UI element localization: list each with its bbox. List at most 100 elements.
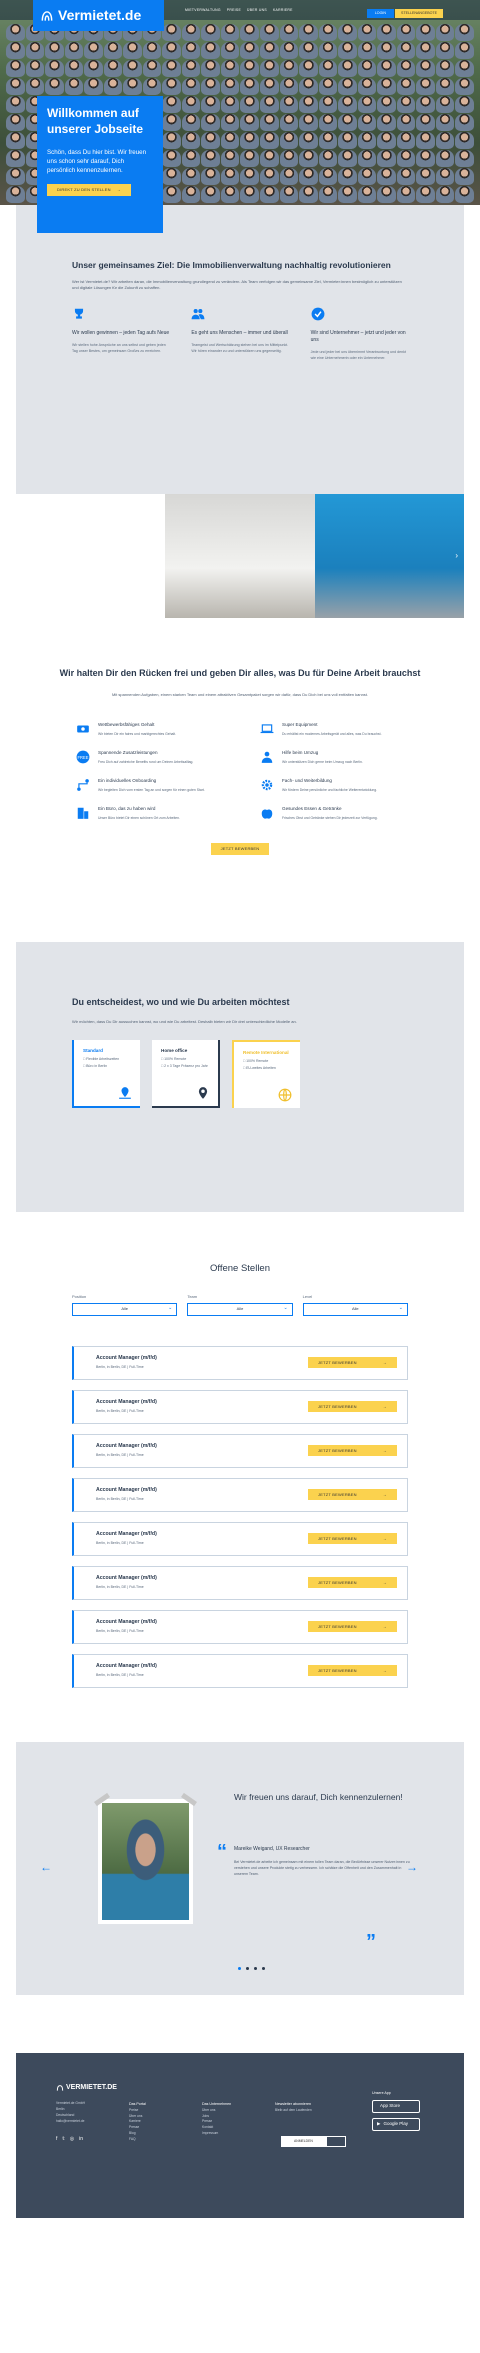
job-apply-button[interactable]: JETZT BEWERBEN →: [308, 1620, 397, 1633]
person-figure: [435, 60, 455, 77]
email-link[interactable]: hallo@vermietet.de: [56, 2119, 111, 2125]
logo[interactable]: Vermietet.de: [33, 0, 164, 31]
benefit-title: Ein Büro, das zu haben wird: [98, 805, 156, 811]
login-button[interactable]: LOGIN: [366, 9, 394, 19]
work-model-card[interactable]: Home office 100% Remote 2 x 3 Tage Präse…: [152, 1040, 220, 1109]
job-apply-label: JETZT BEWERBEN: [318, 1403, 357, 1409]
person-figure: [455, 96, 474, 113]
newsletter-submit[interactable]: [325, 2136, 346, 2147]
quote-open-icon: “: [217, 1841, 227, 1863]
person-figure: [220, 24, 240, 41]
nav-item-mietverwaltung[interactable]: MIETVERWALTUNG: [185, 8, 221, 13]
person-figure: [260, 186, 279, 203]
newsletter-button[interactable]: ANMELDEN: [281, 2136, 326, 2147]
person-figure: [377, 96, 396, 113]
footer-text: Bleib auf dem Laufenden: [275, 2107, 312, 2112]
value-title: Wir sind Unternehmer – jetzt und jeder v…: [310, 330, 406, 344]
value-column: Es geht uns Menschen – immer und überall…: [191, 307, 288, 362]
person-figure: [279, 114, 299, 131]
carousel-dot[interactable]: [246, 1967, 249, 1970]
twitter-icon[interactable]: 𝕥: [62, 2135, 64, 2144]
person-figure: [455, 168, 474, 185]
job-row[interactable]: Account Manager (m/f/d) Berlin, in Berlin…: [72, 1345, 408, 1380]
footer-link[interactable]: FAQ: [129, 2137, 184, 2143]
job-apply-button[interactable]: JETZT BEWERBEN →: [308, 1488, 397, 1501]
job-row[interactable]: Account Manager (m/f/d) Berlin, in Berlin…: [72, 1477, 408, 1512]
person-figure: [318, 42, 338, 59]
job-row[interactable]: Account Manager (m/f/d) Berlin, in Berlin…: [72, 1565, 408, 1600]
linkedin-icon[interactable]: in: [79, 2135, 83, 2144]
open-positions-section: Offene Stellen Position Alle ⌄ Team Alle ⌄…: [0, 1212, 480, 1742]
person-figure: [84, 78, 103, 95]
nav-item-ueber-uns[interactable]: ÜBER UNS: [247, 8, 267, 13]
position-select[interactable]: Alle ⌄: [72, 1302, 178, 1316]
job-apply-button[interactable]: JETZT BEWERBEN →: [308, 1532, 397, 1545]
work-lead: Wir möchten, dass Du Dir aussuchen kanns…: [72, 1018, 297, 1024]
job-apply-button[interactable]: JETZT BEWERBEN →: [308, 1576, 397, 1589]
person-figure: [201, 132, 220, 149]
testimonial-prev-icon[interactable]: ←: [40, 1859, 52, 1876]
level-select[interactable]: Alle ⌄: [302, 1302, 408, 1316]
to-jobs-label: DIREKT ZU DEN STELLEN: [57, 187, 111, 193]
job-apply-button[interactable]: JETZT BEWERBEN →: [308, 1664, 397, 1677]
select-value: Alle: [121, 1306, 128, 1312]
footer-logo[interactable]: VERMIETET.DE: [56, 2083, 424, 2093]
carousel-dot[interactable]: [238, 1967, 241, 1970]
job-apply-button[interactable]: JETZT BEWERBEN →: [308, 1444, 397, 1457]
job-row[interactable]: Account Manager (m/f/d) Berlin, in Berlin…: [72, 1433, 408, 1468]
work-model-card[interactable]: Remote International 100% Remote EU-weit…: [232, 1040, 300, 1109]
nav-item-karriere[interactable]: KARRIERE: [273, 8, 293, 13]
person-figure: [260, 60, 279, 77]
person-figure: [396, 168, 416, 185]
app-store-button[interactable]: App Store: [372, 2100, 420, 2114]
person-figure: [181, 150, 201, 167]
apply-now-button[interactable]: JETZT BEWERBEN: [210, 842, 270, 855]
person-figure: [220, 150, 240, 167]
job-apply-button[interactable]: JETZT BEWERBEN →: [308, 1356, 397, 1369]
work-model-card[interactable]: Standard Flexible Arbeitszeiten Büro in …: [72, 1040, 140, 1109]
person-figure: [318, 78, 338, 95]
team-select[interactable]: Alle ⌄: [187, 1302, 293, 1316]
job-list: Account Manager (m/f/d) Berlin, in Berlin…: [72, 1345, 408, 1688]
job-meta: Berlin, in Berlin, DE | Full-Time: [96, 1672, 144, 1677]
google-play-button[interactable]: ▶ Google Play: [372, 2118, 420, 2132]
footer-link[interactable]: Impressum: [202, 2131, 257, 2137]
person-figure: [299, 78, 318, 95]
apple-icon: [261, 809, 273, 819]
benefit-item: Fach- und Weiterbildung Wir fördern Deine…: [260, 778, 404, 793]
job-row[interactable]: Account Manager (m/f/d) Berlin, in Berlin…: [72, 1521, 408, 1556]
job-row[interactable]: Account Manager (m/f/d) Berlin, in Berlin…: [72, 1609, 408, 1644]
gallery-prev-icon[interactable]: ‹: [22, 550, 25, 562]
globe-icon: [278, 1088, 292, 1102]
testimonial-next-icon[interactable]: →: [406, 1859, 418, 1876]
job-title: Account Manager (m/f/d): [96, 1663, 157, 1670]
nav-item-preise[interactable]: PREISE: [227, 8, 241, 13]
person-figure: [240, 78, 260, 95]
person-figure: [416, 60, 435, 77]
job-row[interactable]: Account Manager (m/f/d) Berlin, in Berlin…: [72, 1389, 408, 1424]
person-figure: [377, 42, 396, 59]
job-apply-label: JETZT BEWERBEN: [318, 1579, 357, 1585]
job-apply-button[interactable]: JETZT BEWERBEN →: [308, 1400, 397, 1413]
person-figure: [220, 42, 240, 59]
person-figure: [299, 114, 318, 131]
person-figure: [25, 78, 45, 95]
person-figure: [240, 114, 260, 131]
person-figure: [396, 78, 416, 95]
jobs-button[interactable]: STELLENANGEBOTE: [395, 9, 443, 19]
person-figure: [396, 114, 416, 131]
job-row[interactable]: Account Manager (m/f/d) Berlin, in Berlin…: [72, 1653, 408, 1688]
quote-close-icon: ”: [366, 1931, 376, 1953]
gallery-next-icon[interactable]: ›: [455, 550, 458, 562]
carousel-dot[interactable]: [262, 1967, 265, 1970]
person-figure: [357, 24, 377, 41]
carousel-dot[interactable]: [254, 1967, 257, 1970]
person-figure: [338, 186, 357, 203]
person-figure: [338, 132, 357, 149]
person-figure: [416, 132, 435, 149]
to-jobs-button[interactable]: DIREKT ZU DEN STELLEN →: [47, 184, 131, 196]
facebook-icon[interactable]: f: [56, 2135, 57, 2144]
person-figure: [181, 96, 201, 113]
person-figure: [260, 132, 279, 149]
instagram-icon[interactable]: ◎: [70, 2135, 74, 2144]
